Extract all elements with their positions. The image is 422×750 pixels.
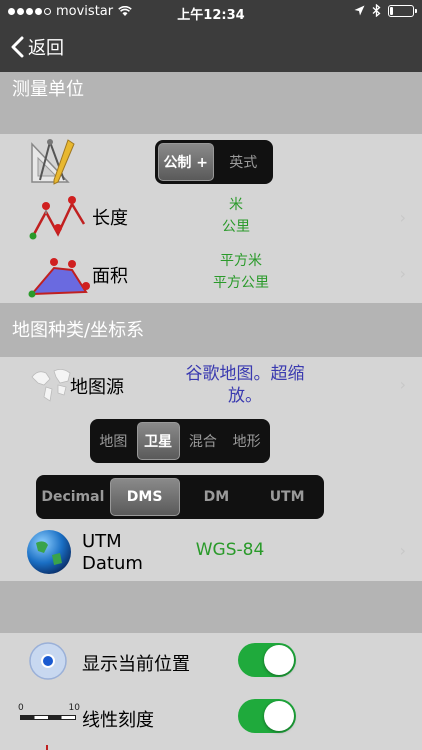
status-bar: movistar 上午12:34: [0, 0, 422, 24]
map-section-header: 地图种类/坐标系: [0, 303, 422, 357]
location-arrow-icon: [354, 5, 365, 16]
units-section-header: 测量单位: [0, 72, 422, 134]
map-type-satellite[interactable]: 卫星: [136, 422, 180, 460]
scale-bar-label: 线性刻度: [82, 710, 154, 731]
area-unit-secondary: 平方公里: [213, 275, 269, 291]
show-location-label: 显示当前位置: [82, 654, 190, 675]
back-button[interactable]: 返回: [10, 34, 64, 60]
map-type-terrain[interactable]: 地形: [226, 422, 267, 460]
scale-label-start: 0: [18, 703, 24, 713]
show-location-toggle[interactable]: [238, 643, 296, 677]
chevron-left-icon: [11, 36, 24, 58]
length-label: 长度: [92, 208, 128, 229]
next-row-icon-fragment: [46, 745, 48, 750]
scale-bar-toggle[interactable]: [238, 699, 296, 733]
coord-format-utm[interactable]: UTM: [253, 478, 321, 516]
units-section-title: 测量单位: [12, 79, 84, 100]
utm-datum-chevron-icon[interactable]: ›: [400, 541, 406, 560]
area-row-chevron-icon[interactable]: ›: [400, 264, 406, 283]
toggles-section-body: 显示当前位置 0 10 线性刻度: [0, 633, 422, 750]
bluetooth-icon: [372, 4, 381, 17]
status-right: [354, 4, 417, 17]
scale-bar-icon: 0 10: [18, 703, 80, 725]
utm-datum-label-line2: Datum: [82, 553, 143, 574]
length-unit-secondary: 公里: [222, 219, 250, 235]
coord-format-dm[interactable]: DM: [183, 478, 251, 516]
utm-datum-label-line1: UTM: [82, 531, 122, 552]
coord-format-decimal[interactable]: Decimal: [39, 478, 107, 516]
length-row-chevron-icon[interactable]: ›: [400, 208, 406, 227]
map-type-standard[interactable]: 地图: [93, 422, 134, 460]
map-type-hybrid[interactable]: 混合: [183, 422, 224, 460]
unit-system-segmented: 公制 + 英式: [155, 140, 273, 184]
area-unit-primary: 平方米: [220, 253, 262, 269]
length-path-icon: [29, 196, 86, 240]
earth-globe-icon: [27, 530, 71, 574]
toggles-section-header: [0, 581, 422, 633]
drafting-tools-icon: [31, 139, 75, 185]
coord-format-dms[interactable]: DMS: [109, 478, 180, 516]
scale-label-end: 10: [68, 703, 80, 713]
area-label: 面积: [92, 266, 128, 287]
units-section-body: 公制 + 英式 长度 米 公里 › 面积 平方米 平方公里 ›: [0, 134, 422, 303]
back-label: 返回: [28, 38, 64, 59]
metric-option[interactable]: 公制 +: [158, 143, 214, 181]
location-dot-icon: [29, 642, 67, 680]
world-map-icon: [31, 369, 71, 402]
map-source-value: 谷歌地图。超缩放。: [185, 364, 305, 406]
battery-icon: [388, 4, 417, 17]
area-polygon-icon: [28, 258, 90, 298]
navigation-bar: 返回: [0, 24, 422, 72]
map-section-title: 地图种类/坐标系: [12, 320, 145, 341]
imperial-option[interactable]: 英式: [217, 143, 271, 181]
map-source-label: 地图源: [70, 377, 124, 398]
utm-datum-value: WGS-84: [195, 540, 265, 560]
coordinate-format-segmented: Decimal DMS DM UTM: [36, 475, 324, 519]
map-section-body: 地图源 谷歌地图。超缩放。 › 地图 卫星 混合 地形 Decimal DMS …: [0, 357, 422, 581]
length-unit-primary: 米: [229, 197, 243, 213]
map-source-chevron-icon[interactable]: ›: [400, 375, 406, 394]
map-type-segmented: 地图 卫星 混合 地形: [90, 419, 270, 463]
